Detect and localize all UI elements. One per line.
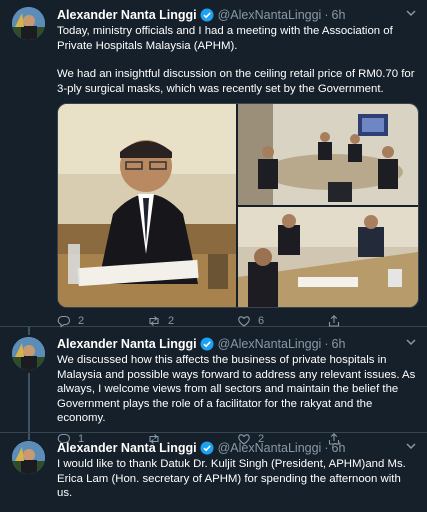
avatar[interactable]	[12, 7, 45, 40]
tweet[interactable]: Alexander Nanta Linggi @AlexNantaLinggi …	[0, 0, 427, 328]
tweet-header: Alexander Nanta Linggi @AlexNantaLinggi …	[57, 7, 417, 23]
thread-connector	[28, 373, 30, 432]
tweet-text: We discussed how this affects the busine…	[57, 353, 417, 426]
thread-connector	[28, 327, 30, 335]
tweet-text: I would like to thank Datuk Dr. Kuljit S…	[57, 457, 417, 501]
verified-badge-icon	[200, 337, 214, 351]
author-name[interactable]: Alexander Nanta Linggi	[57, 337, 197, 351]
author-name[interactable]: Alexander Nanta Linggi	[57, 8, 197, 22]
timeline-feed: Alexander Nanta Linggi @AlexNantaLinggi …	[0, 0, 427, 512]
timestamp[interactable]: 6h	[332, 337, 346, 351]
author-name[interactable]: Alexander Nanta Linggi	[57, 441, 197, 455]
author-handle[interactable]: @AlexNantaLinggi	[218, 8, 322, 22]
tweet-paragraph: We had an insightful discussion on the c…	[57, 68, 415, 95]
timestamp[interactable]: 6h	[332, 441, 346, 455]
verified-badge-icon	[200, 8, 214, 22]
separator: ·	[324, 441, 329, 455]
author-handle[interactable]: @AlexNantaLinggi	[218, 337, 322, 351]
chevron-down-icon[interactable]	[405, 336, 417, 351]
author-handle[interactable]: @AlexNantaLinggi	[218, 441, 322, 455]
photo-grid[interactable]	[57, 103, 419, 309]
thread-connector	[28, 433, 30, 440]
like-count: 6	[258, 315, 265, 328]
photo-meeting-table[interactable]	[238, 207, 418, 308]
tweet-paragraph: Today, ministry officials and I had a me…	[57, 25, 393, 52]
separator: ·	[324, 337, 329, 351]
chevron-down-icon[interactable]	[405, 440, 417, 455]
avatar[interactable]	[12, 337, 45, 370]
tweet-header: Alexander Nanta Linggi @AlexNantaLinggi …	[57, 440, 417, 456]
photo-minister-signing[interactable]	[58, 104, 236, 308]
tweet-header: Alexander Nanta Linggi @AlexNantaLinggi …	[57, 336, 417, 352]
photo-meeting-room-wide[interactable]	[238, 104, 418, 206]
separator: ·	[324, 8, 329, 22]
tweet-paragraph: We discussed how this affects the busine…	[57, 354, 416, 425]
tweet-paragraph: I would like to thank Datuk Dr. Kuljit S…	[57, 458, 406, 500]
tweet[interactable]: Alexander Nanta Linggi @AlexNantaLinggi …	[0, 327, 427, 446]
retweet-count: 2	[168, 315, 175, 328]
tweet[interactable]: Alexander Nanta Linggi @AlexNantaLinggi …	[0, 433, 427, 512]
tweet-text: Today, ministry officials and I had a me…	[57, 24, 417, 96]
verified-badge-icon	[200, 441, 214, 455]
avatar[interactable]	[12, 441, 45, 474]
timestamp[interactable]: 6h	[332, 8, 346, 22]
chevron-down-icon[interactable]	[405, 7, 417, 22]
reply-count: 2	[78, 315, 85, 328]
